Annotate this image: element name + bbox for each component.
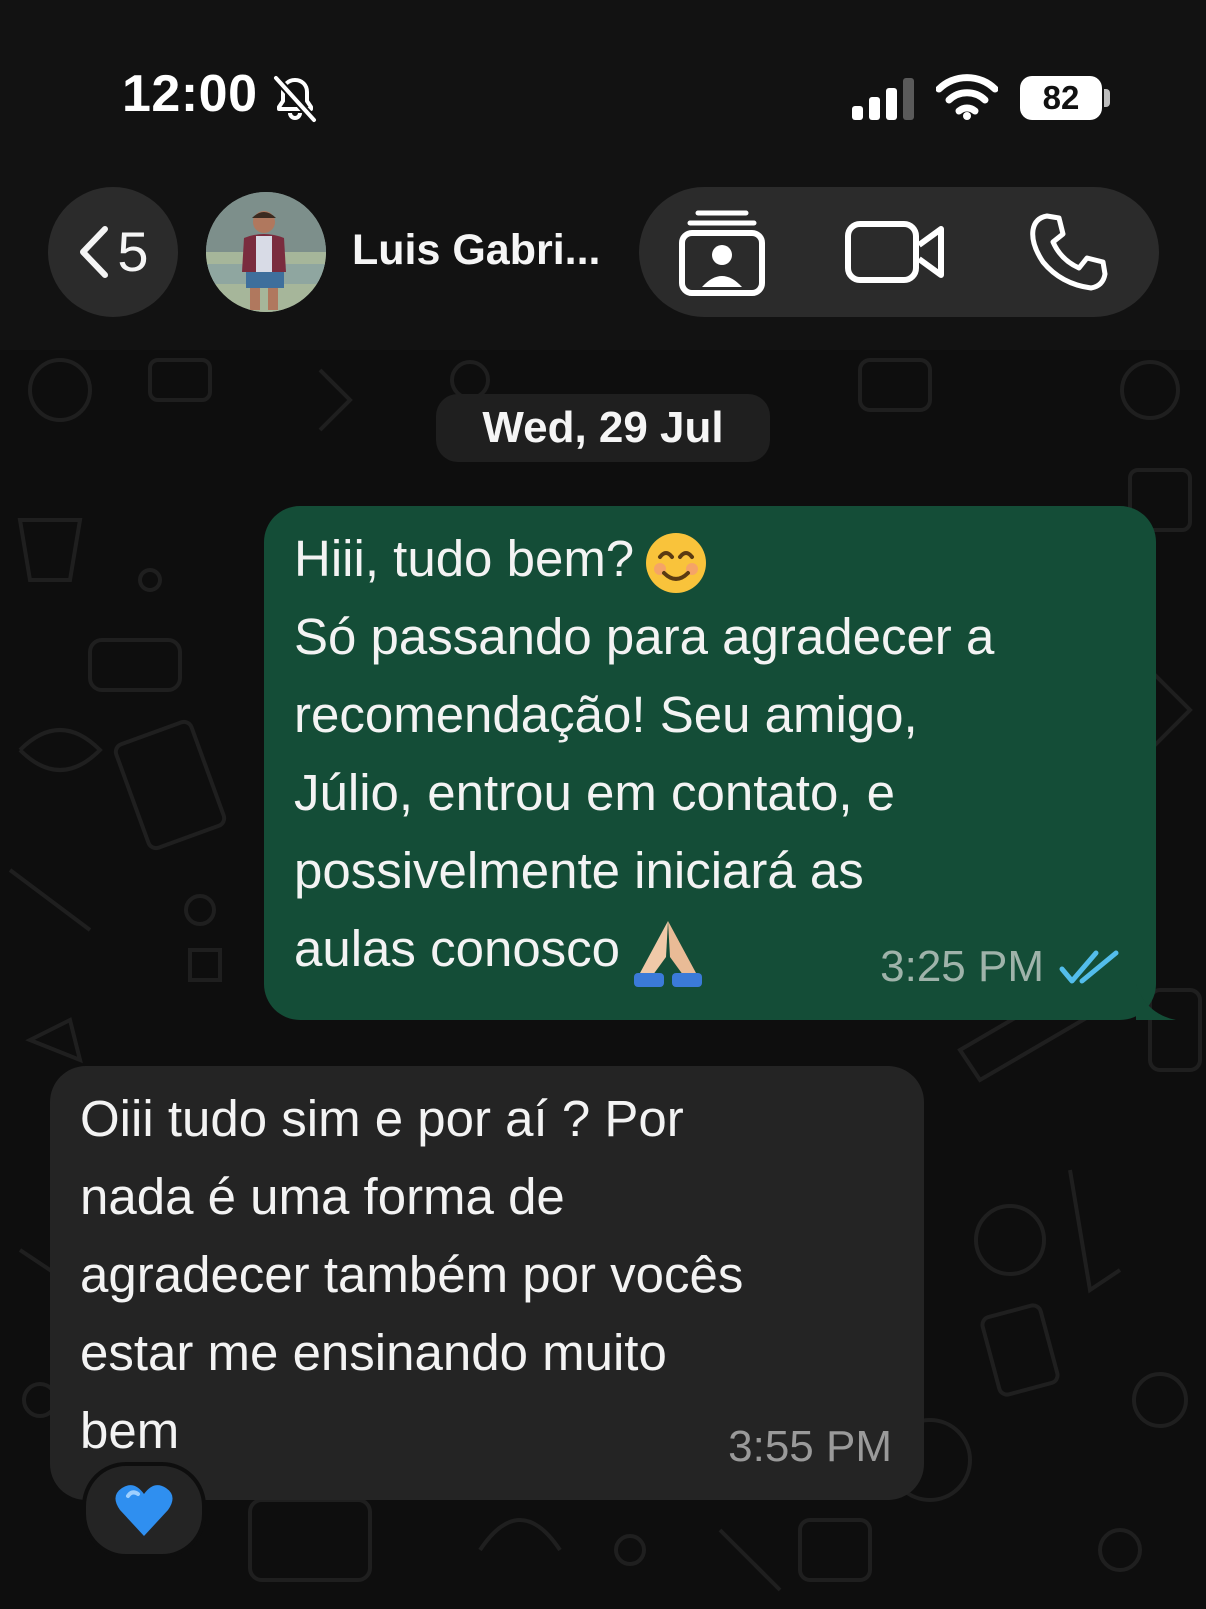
- contact-card-button[interactable]: [667, 187, 777, 317]
- message-meta: 3:55 PM: [728, 1408, 892, 1486]
- avatar[interactable]: [206, 192, 326, 312]
- message-line: Hiii, tudo bem?: [294, 520, 1120, 598]
- battery-icon: 82: [1020, 76, 1110, 120]
- contact-card-icon: [679, 210, 765, 296]
- message-line: nada é uma forma de: [80, 1168, 565, 1225]
- chat-screen: 12:00 82 5 Luis Gabri... Wed, 29 Jul Hii…: [0, 0, 1206, 1609]
- reaction-badge[interactable]: [82, 1462, 206, 1558]
- folded-hands-emoji: [634, 920, 703, 987]
- phone-call-icon: [1030, 213, 1108, 291]
- call-actions: [639, 187, 1159, 317]
- video-call-icon: [845, 221, 944, 283]
- video-call-button[interactable]: [835, 187, 955, 317]
- message-line: Oiii tudo sim e por aí ? Por: [80, 1090, 684, 1147]
- message-time: 3:55 PM: [728, 1422, 892, 1471]
- smiling-face-emoji: [646, 532, 707, 593]
- incoming-message-bubble[interactable]: Oiii tudo sim e por aí ? Por nada é uma …: [50, 1066, 924, 1500]
- message-line: Só passando para agradecer a: [294, 608, 995, 665]
- status-time: 12:00: [122, 65, 258, 123]
- message-list[interactable]: Wed, 29 Jul Hiii, tudo bem? Só passando …: [0, 350, 1206, 1609]
- blue-heart-emoji: [115, 1485, 173, 1536]
- message-meta: 3:25 PM: [880, 928, 1120, 1006]
- message-line: recomendação! Seu amigo,: [294, 686, 918, 743]
- back-button[interactable]: 5: [48, 187, 178, 317]
- contact-name[interactable]: Luis Gabri...: [352, 226, 601, 275]
- bubble-tail: [1136, 984, 1176, 1020]
- avatar-photo: [206, 192, 326, 312]
- status-bar: 12:00 82: [0, 0, 1206, 170]
- chat-header: 5 Luis Gabri...: [0, 170, 1206, 350]
- message-line: agradecer também por vocês: [80, 1246, 744, 1303]
- message-line: Júlio, entrou em contato, e: [294, 764, 896, 821]
- outgoing-message-bubble[interactable]: Hiii, tudo bem? Só passando para agradec…: [264, 506, 1176, 1020]
- date-separator: Wed, 29 Jul: [436, 394, 770, 462]
- message-line: estar me ensinando muito: [80, 1324, 667, 1381]
- wifi-icon: [936, 74, 998, 120]
- chevron-left-icon: [80, 226, 109, 278]
- double-check-icon: [1059, 950, 1119, 984]
- cellular-signal-icon: [852, 78, 914, 120]
- bell-slash-icon: [273, 75, 317, 123]
- message-line: possivelmente iniciará as: [294, 842, 864, 899]
- message-time: 3:25 PM: [880, 942, 1044, 991]
- unread-count: 5: [117, 220, 149, 283]
- voice-call-button[interactable]: [1009, 187, 1129, 317]
- battery-level: 82: [1042, 79, 1080, 116]
